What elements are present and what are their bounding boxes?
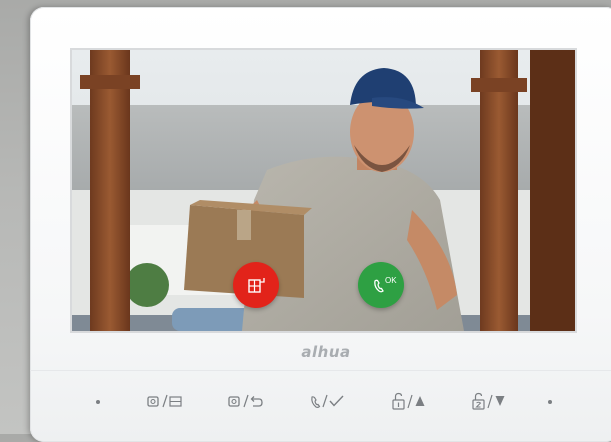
door-unlock-icon (248, 278, 265, 293)
answer-ok-label: OK (385, 276, 397, 285)
camera-record-icon (147, 394, 182, 408)
monitor-back-key[interactable] (224, 388, 268, 414)
bezel-divider (30, 370, 611, 371)
brand-logo: alhua (301, 343, 351, 361)
video-screen (72, 50, 575, 331)
lock1-up-icon (392, 392, 425, 410)
phone-check-icon (311, 394, 344, 408)
unlock-door-button[interactable] (233, 262, 279, 308)
monitor-record-key[interactable] (143, 388, 187, 414)
camera-back-icon (228, 394, 263, 408)
physical-button-bar (0, 380, 611, 424)
unlock1-up-key[interactable] (387, 388, 431, 414)
indicator-dot-left (96, 400, 100, 404)
indicator-dot-right (548, 400, 552, 404)
doorway-camera-feed (72, 50, 575, 331)
unlock2-down-key[interactable] (467, 388, 511, 414)
answer-call-button[interactable] (358, 262, 404, 308)
talk-confirm-key[interactable] (305, 388, 349, 414)
lock2-down-icon (472, 392, 505, 410)
